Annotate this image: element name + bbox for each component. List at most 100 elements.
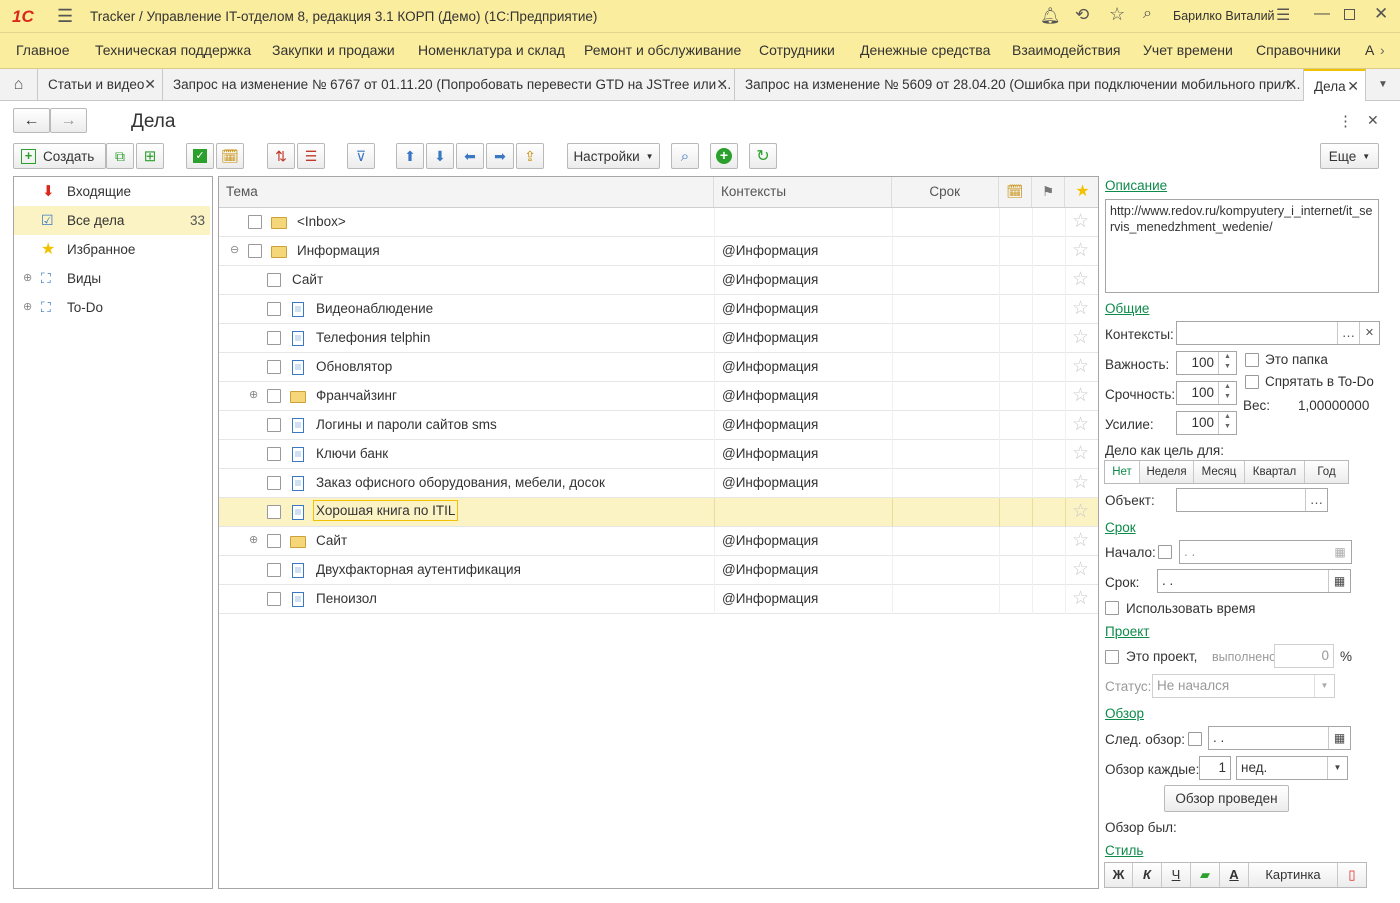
underline-button[interactable]: Ч — [1162, 863, 1191, 887]
picture-button[interactable]: Картинка — [1249, 863, 1338, 887]
table-row[interactable]: ⊕ Сайт @Информация ☆ — [219, 527, 1098, 556]
close-window-icon[interactable]: ✕ — [1374, 4, 1388, 24]
menu-icon[interactable]: ☰ — [57, 6, 73, 27]
calendar-icon[interactable]: ▦ — [1328, 570, 1350, 592]
move-up-button[interactable]: ⬆ — [396, 143, 424, 169]
column-header-theme[interactable]: Тема — [219, 177, 714, 207]
urgency-field[interactable]: 100 ▲ ▼ — [1176, 381, 1237, 405]
row-checkbox[interactable] — [267, 476, 281, 490]
expand-icon[interactable]: ⊕ — [23, 293, 32, 322]
general-link[interactable]: Общие — [1105, 301, 1149, 316]
favorite-star-icon[interactable]: ☆ — [1072, 560, 1089, 579]
forward-button[interactable]: → — [50, 108, 87, 133]
favorite-star-icon[interactable]: ☆ — [1072, 270, 1089, 289]
review-every-field[interactable]: 1 — [1199, 756, 1231, 780]
table-row[interactable]: Обновлятор @Информация ☆ — [219, 353, 1098, 382]
table-row[interactable]: Пеноизол @Информация ☆ — [219, 585, 1098, 614]
goal-option-quarter[interactable]: Квартал — [1245, 461, 1305, 483]
close-icon[interactable]: ✕ — [1285, 69, 1297, 100]
spin-icon[interactable]: ▲ ▼ — [1218, 352, 1236, 374]
column-header-star[interactable]: ★ — [1065, 177, 1098, 207]
fill-color-icon[interactable]: ▰ — [1191, 863, 1220, 887]
goal-option-week[interactable]: Неделя — [1140, 461, 1194, 483]
filter-button[interactable]: ⊽ — [347, 143, 375, 169]
menu-item-main[interactable]: Главное — [16, 42, 70, 58]
favorite-star-icon[interactable]: ☆ — [1072, 531, 1089, 550]
next-review-field[interactable]: . . ▦ — [1208, 726, 1351, 750]
table-row[interactable]: Видеонаблюдение @Информация ☆ — [219, 295, 1098, 324]
table-row[interactable]: Логины и пароли сайтов sms @Информация ☆ — [219, 411, 1098, 440]
tab-articles[interactable]: Статьи и видео ✕ — [38, 69, 163, 100]
goal-option-none[interactable]: Нет — [1105, 461, 1140, 483]
schedule-button[interactable]: 🗓︎ — [216, 143, 244, 169]
favorite-star-icon[interactable]: ☆ — [1072, 444, 1089, 463]
dropdown-icon[interactable]: ▼ — [1314, 675, 1334, 697]
more-button[interactable]: Еще ▼ — [1320, 143, 1379, 169]
column-header-due[interactable]: Срок — [892, 177, 999, 207]
text-color-icon[interactable]: A — [1220, 863, 1249, 887]
nav-item-favorites[interactable]: ★ Избранное — [14, 235, 210, 264]
favorite-star-icon[interactable]: ☆ — [1072, 328, 1089, 347]
back-button[interactable]: ← — [13, 108, 50, 133]
tab-dela[interactable]: Дела ✕ — [1304, 69, 1366, 101]
row-checkbox[interactable] — [267, 592, 281, 606]
due-field[interactable]: . . ▦ — [1157, 569, 1351, 593]
bold-button[interactable]: Ж — [1105, 863, 1133, 887]
mark-done-button[interactable]: ✓ — [186, 143, 214, 169]
review-done-button[interactable]: Обзор проведен — [1164, 785, 1289, 812]
column-header-schedule[interactable]: 🗓︎ — [999, 177, 1032, 207]
move-right-button[interactable]: ➡ — [486, 143, 514, 169]
clear-picture-icon[interactable]: ▯ — [1338, 863, 1366, 887]
minimize-icon[interactable]: — — [1314, 5, 1330, 23]
next-review-checkbox[interactable] — [1188, 732, 1202, 746]
table-row[interactable]: ⊖ Информация @Информация ☆ — [219, 237, 1098, 266]
add-button[interactable]: + — [710, 143, 738, 169]
favorite-star-icon[interactable]: ☆ — [1072, 212, 1089, 231]
nav-item-views[interactable]: ⊕ ⛶ Виды — [14, 264, 210, 293]
settings-icon[interactable]: ☰ — [1276, 5, 1290, 25]
table-row[interactable]: Хорошая книга по ITIL ☆ — [219, 498, 1098, 527]
favorite-star-icon[interactable]: ☆ — [1072, 415, 1089, 434]
close-icon[interactable]: ✕ — [1347, 71, 1359, 101]
expand-icon[interactable]: ⊕ — [23, 264, 32, 293]
dropdown-icon[interactable]: ▼ — [1327, 757, 1347, 779]
row-checkbox[interactable] — [267, 534, 281, 548]
close-icon[interactable]: ✕ — [716, 69, 728, 100]
table-row[interactable]: Заказ офисного оборудования, мебели, дос… — [219, 469, 1098, 498]
row-checkbox[interactable] — [248, 244, 262, 258]
close-icon[interactable]: ✕ — [144, 69, 156, 100]
menu-scroll-right-icon[interactable]: › — [1380, 42, 1385, 58]
spin-icon[interactable]: ▲ ▼ — [1218, 412, 1236, 434]
tab-request-5609[interactable]: Запрос на изменение № 5609 от 28.04.20 (… — [735, 69, 1304, 100]
home-icon[interactable]: ⌂ — [0, 69, 38, 100]
expand-icon[interactable]: ⊕ — [249, 533, 258, 546]
project-link[interactable]: Проект — [1105, 624, 1149, 639]
italic-button[interactable]: К — [1133, 863, 1162, 887]
effort-field[interactable]: 100 ▲ ▼ — [1176, 411, 1237, 435]
table-row[interactable]: Сайт @Информация ☆ — [219, 266, 1098, 295]
select-button[interactable]: … — [1337, 322, 1359, 344]
nav-item-inbox[interactable]: ⬇ Входящие — [14, 177, 210, 206]
refresh-button[interactable]: ↻ — [749, 143, 777, 169]
row-checkbox[interactable] — [248, 215, 262, 229]
tabs-dropdown-icon[interactable]: ▼ — [1366, 69, 1400, 100]
menu-item-time[interactable]: Учет времени — [1143, 42, 1233, 58]
history-icon[interactable]: ⟲ — [1075, 5, 1089, 25]
settings-button[interactable]: Настройки ▼ — [567, 143, 660, 169]
style-link[interactable]: Стиль — [1105, 843, 1143, 858]
bell-icon[interactable]: 🔔︎ — [1040, 6, 1060, 26]
more-options-icon[interactable]: ⋮ — [1338, 112, 1353, 130]
favorites-icon[interactable]: ☆ — [1109, 4, 1125, 25]
start-field[interactable]: . . ▦ — [1179, 540, 1352, 564]
row-checkbox[interactable] — [267, 331, 281, 345]
nav-item-todo[interactable]: ⊕ ⛶ To-Do — [14, 293, 210, 322]
object-field[interactable]: … — [1176, 488, 1328, 512]
menu-item-support[interactable]: Техническая поддержка — [95, 42, 251, 58]
row-checkbox[interactable] — [267, 563, 281, 577]
menu-item-interactions[interactable]: Взаимодействия — [1012, 42, 1121, 58]
spin-icon[interactable]: ▲ ▼ — [1218, 382, 1236, 404]
review-link[interactable]: Обзор — [1105, 706, 1144, 721]
description-link[interactable]: Описание — [1105, 178, 1167, 193]
description-field[interactable]: http://www.redov.ru/kompyutery_i_interne… — [1105, 199, 1379, 293]
row-checkbox[interactable] — [267, 447, 281, 461]
